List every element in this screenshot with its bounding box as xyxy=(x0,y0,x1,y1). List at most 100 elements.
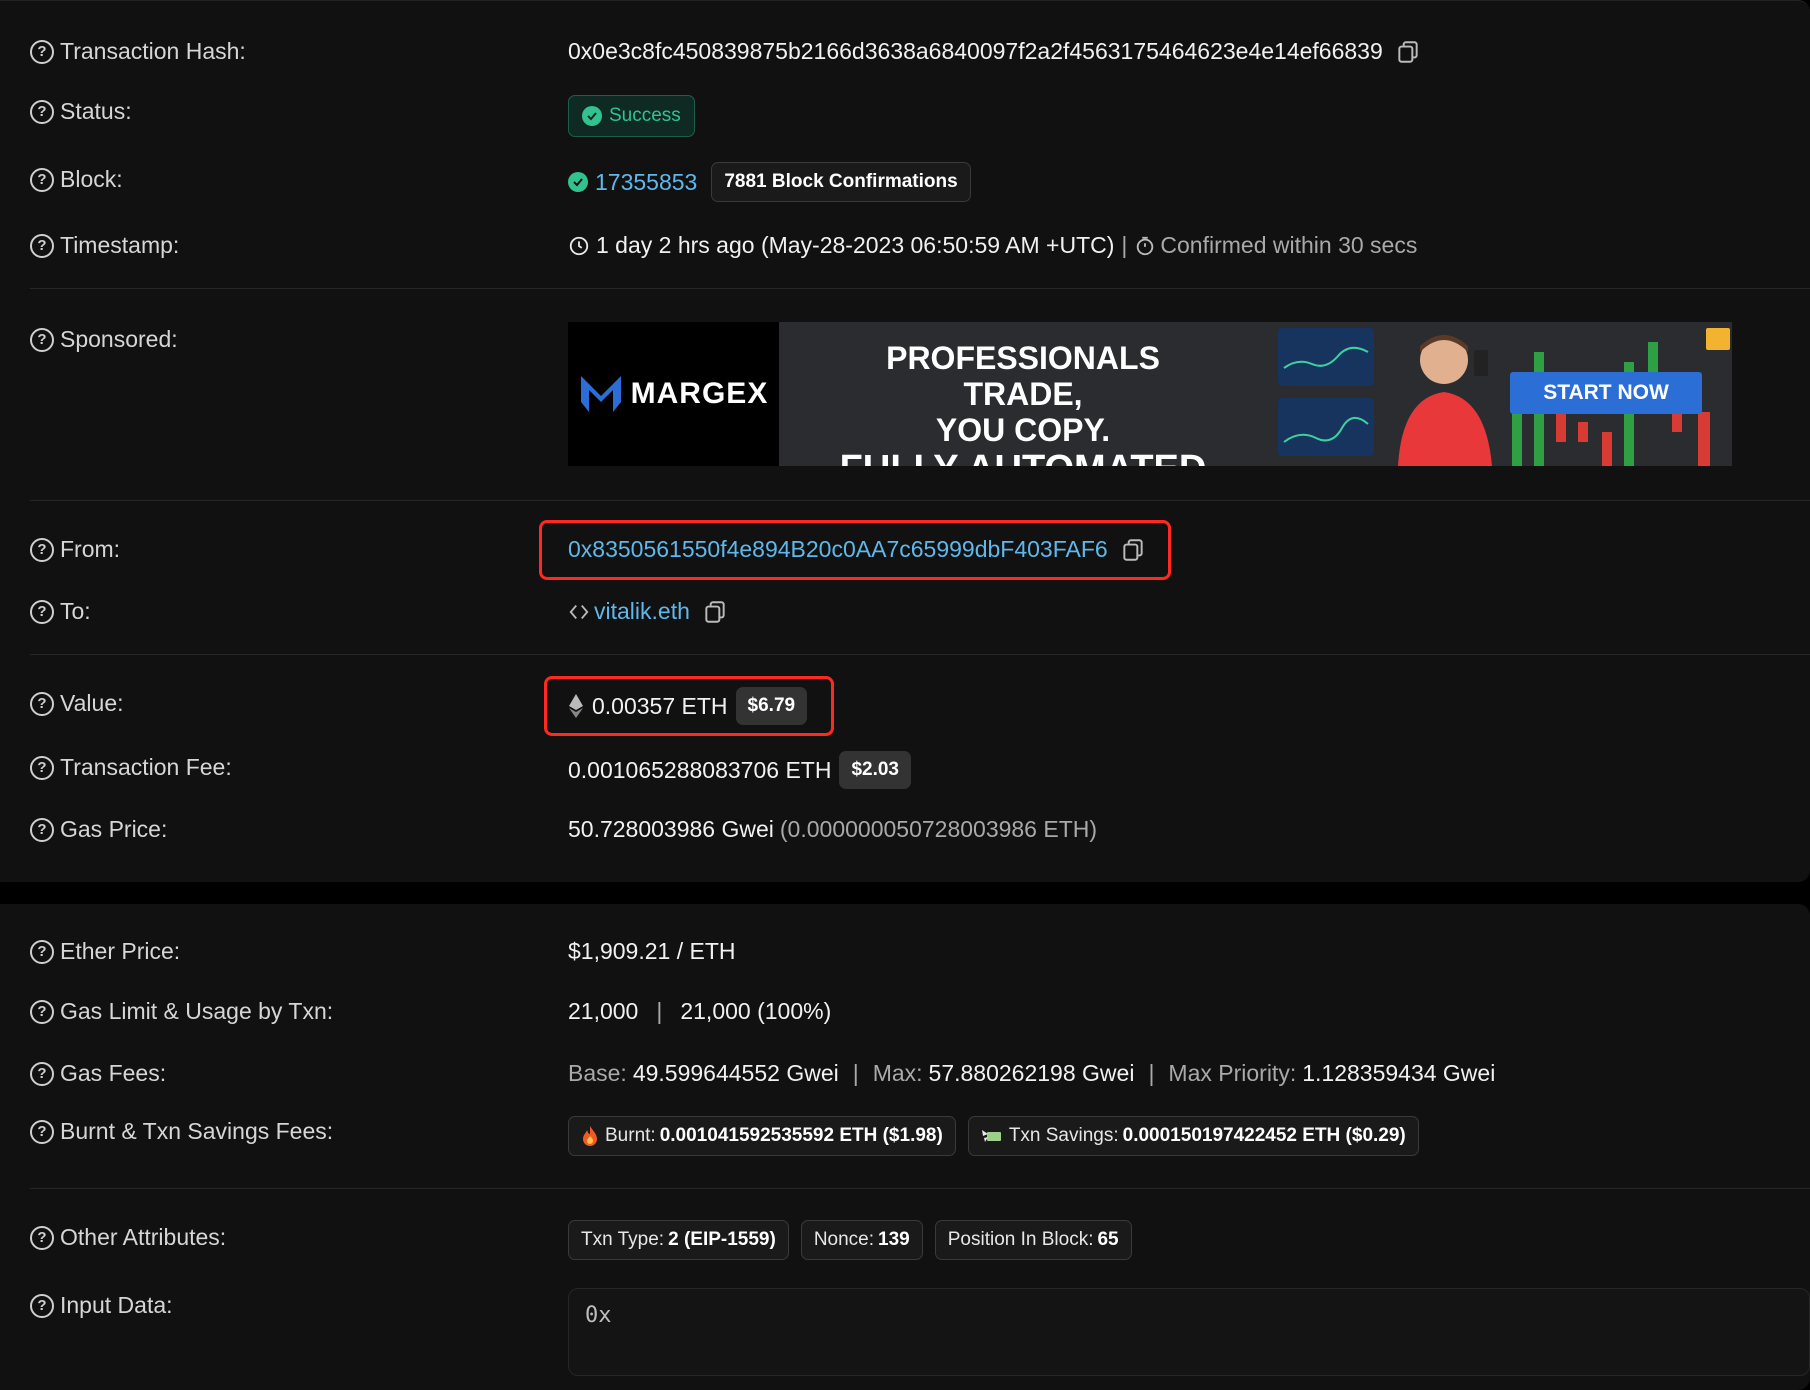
question-circle-icon[interactable]: ? xyxy=(30,327,54,352)
timestamp-text: 1 day 2 hrs ago (May-28-2023 06:50:59 AM… xyxy=(596,232,1115,258)
status-badge: Success xyxy=(568,95,695,137)
gas-limit-label-text: Gas Limit & Usage by Txn: xyxy=(60,998,334,1024)
gas-limit-text: 21,000 xyxy=(568,998,639,1024)
question-circle-icon[interactable]: ? xyxy=(30,1119,54,1144)
gas-priority-value: 1.128359434 Gwei xyxy=(1302,1060,1496,1086)
input-data-box[interactable]: 0x xyxy=(568,1288,1810,1376)
question-circle-icon[interactable]: ? xyxy=(30,233,54,258)
burnt-fee-pill: Burnt: 0.001041592535592 ETH ($1.98) xyxy=(568,1116,956,1156)
tx-fee-eth-text: 0.001065288083706 ETH xyxy=(568,756,832,783)
question-circle-icon[interactable]: ? xyxy=(30,1225,54,1250)
check-circle-icon xyxy=(568,172,588,192)
question-circle-icon[interactable]: ? xyxy=(30,167,54,192)
question-circle-icon[interactable]: ? xyxy=(30,537,54,562)
divider xyxy=(30,654,1810,655)
ether-price-row: ? Ether Price: $1,909.21 / ETH xyxy=(0,934,1810,974)
gas-price-value: 50.728003986 Gwei (0.000000050728003986 … xyxy=(568,816,1097,843)
txn-savings-pill: Txn Savings: 0.000150197422452 ETH ($0.2… xyxy=(967,1116,1419,1156)
timestamp-label: ? Timestamp: xyxy=(30,232,179,259)
highlight-box-from xyxy=(539,520,1171,580)
block-label: ? Block: xyxy=(30,166,123,193)
block-number-link[interactable]: 17355853 xyxy=(595,169,697,196)
clock-icon xyxy=(569,236,589,255)
ad-person-image xyxy=(1398,335,1492,466)
other-attributes-label-text: Other Attributes: xyxy=(60,1224,227,1250)
burnt-row: ? Burnt & Txn Savings Fees: Burnt: 0.001… xyxy=(0,1114,1810,1158)
question-circle-icon[interactable]: ? xyxy=(30,999,54,1024)
to-label-text: To: xyxy=(60,598,91,624)
input-data-text: 0x xyxy=(585,1303,612,1328)
txn-savings-label: Txn Savings: xyxy=(1008,1125,1119,1146)
gas-price-eth-text: (0.000000050728003986 ETH) xyxy=(779,816,1098,842)
highlight-box-value xyxy=(544,676,834,736)
tx-fee-row: ? Transaction Fee: 0.001065288083706 ETH… xyxy=(0,750,1810,790)
ad-badge-icon[interactable] xyxy=(1706,328,1730,350)
sponsored-label: ? Sponsored: xyxy=(30,326,178,353)
tx-hash-row: ? Transaction Hash: 0x0e3c8fc450839875b2… xyxy=(0,34,1810,70)
question-circle-icon[interactable]: ? xyxy=(30,99,54,124)
position-value: 65 xyxy=(1097,1229,1119,1250)
gas-fees-value: Base: 49.599644552 Gwei | Max: 57.880262… xyxy=(568,1060,1495,1087)
block-label-text: Block: xyxy=(60,166,123,192)
question-circle-icon[interactable]: ? xyxy=(30,1293,54,1318)
gas-limit-label: ? Gas Limit & Usage by Txn: xyxy=(30,998,333,1025)
timestamp-separator: | xyxy=(1121,232,1128,258)
check-circle-icon xyxy=(582,106,602,126)
divider xyxy=(30,1188,1810,1189)
block-confirmations-badge: 7881 Block Confirmations xyxy=(711,162,971,202)
timestamp-row: ? Timestamp: 1 day 2 hrs ago (May-28-202… xyxy=(0,228,1810,264)
ad-start-now-button[interactable]: START NOW xyxy=(1510,372,1702,414)
tx-fee-label: ? Transaction Fee: xyxy=(30,754,232,781)
status-value: Success xyxy=(568,95,695,137)
status-text: Success xyxy=(609,105,681,126)
txn-type-value: 2 (EIP-1559) xyxy=(668,1229,776,1250)
burnt-label: ? Burnt & Txn Savings Fees: xyxy=(30,1118,333,1145)
gas-max-label: Max: xyxy=(872,1060,923,1086)
stopwatch-icon xyxy=(1137,236,1154,255)
question-circle-icon[interactable]: ? xyxy=(30,599,54,624)
ad-line-1: PROFESSIONALS TRADE, xyxy=(886,340,1160,412)
tx-hash-value: 0x0e3c8fc450839875b2166d3638a6840097f2a2… xyxy=(568,38,1421,65)
value-row: ? Value: 0.00357 ETH $6.79 xyxy=(0,686,1810,726)
tx-fee-value: 0.001065288083706 ETH $2.03 xyxy=(568,751,911,789)
to-label: ? To: xyxy=(30,598,91,625)
timestamp-label-text: Timestamp: xyxy=(60,232,180,258)
divider xyxy=(30,500,1810,501)
ad-headline: PROFESSIONALS TRADE, YOU COPY. FULLY AUT… xyxy=(838,340,1208,466)
gas-price-label-text: Gas Price: xyxy=(60,816,168,842)
ether-price-value: $1,909.21 / ETH xyxy=(568,938,736,965)
tx-fee-label-text: Transaction Fee: xyxy=(60,754,232,780)
burnt-value: Burnt: 0.001041592535592 ETH ($1.98) Txn… xyxy=(568,1116,1419,1156)
money-wings-icon xyxy=(981,1130,1001,1142)
gas-priority-label: Max Priority: xyxy=(1168,1060,1297,1086)
input-data-label: ? Input Data: xyxy=(30,1292,173,1319)
question-circle-icon[interactable]: ? xyxy=(30,755,54,780)
question-circle-icon[interactable]: ? xyxy=(30,1061,54,1086)
gas-price-gwei-text: 50.728003986 Gwei xyxy=(568,816,774,842)
gas-base-value: 49.599644552 Gwei xyxy=(632,1060,839,1086)
sponsored-banner[interactable]: MARGEX PROFESSIONALS TRADE, YOU COPY. FU… xyxy=(568,322,1732,466)
status-label-text: Status: xyxy=(60,98,132,124)
txn-type-pill: Txn Type: 2 (EIP-1559) xyxy=(568,1220,789,1260)
gas-base-label: Base: xyxy=(568,1060,627,1086)
question-circle-icon[interactable]: ? xyxy=(30,39,54,64)
question-circle-icon[interactable]: ? xyxy=(30,939,54,964)
ad-chart-panel xyxy=(1278,398,1374,456)
divider xyxy=(30,288,1810,289)
burnt-fee-value: 0.001041592535592 ETH ($1.98) xyxy=(659,1125,943,1146)
sponsored-label-text: Sponsored: xyxy=(60,326,178,352)
nonce-pill: Nonce: 139 xyxy=(800,1220,923,1260)
burnt-label-text: Burnt & Txn Savings Fees: xyxy=(60,1118,334,1144)
ad-line-2: YOU COPY. xyxy=(935,412,1111,448)
gas-limit-value: 21,000 | 21,000 (100%) xyxy=(568,998,831,1025)
tx-hash-label: ? Transaction Hash: xyxy=(30,38,246,65)
copy-icon[interactable] xyxy=(702,599,728,625)
gas-limit-separator: | xyxy=(656,998,663,1024)
block-row: ? Block: 17355853 7881 Block Confirmatio… xyxy=(0,160,1810,204)
question-circle-icon[interactable]: ? xyxy=(30,817,54,842)
question-circle-icon[interactable]: ? xyxy=(30,691,54,716)
ether-price-text: $1,909.21 / ETH xyxy=(568,938,736,964)
to-address-link[interactable]: vitalik.eth xyxy=(594,598,690,625)
gas-fees-separator: | xyxy=(1148,1060,1155,1086)
copy-icon[interactable] xyxy=(1395,39,1421,65)
